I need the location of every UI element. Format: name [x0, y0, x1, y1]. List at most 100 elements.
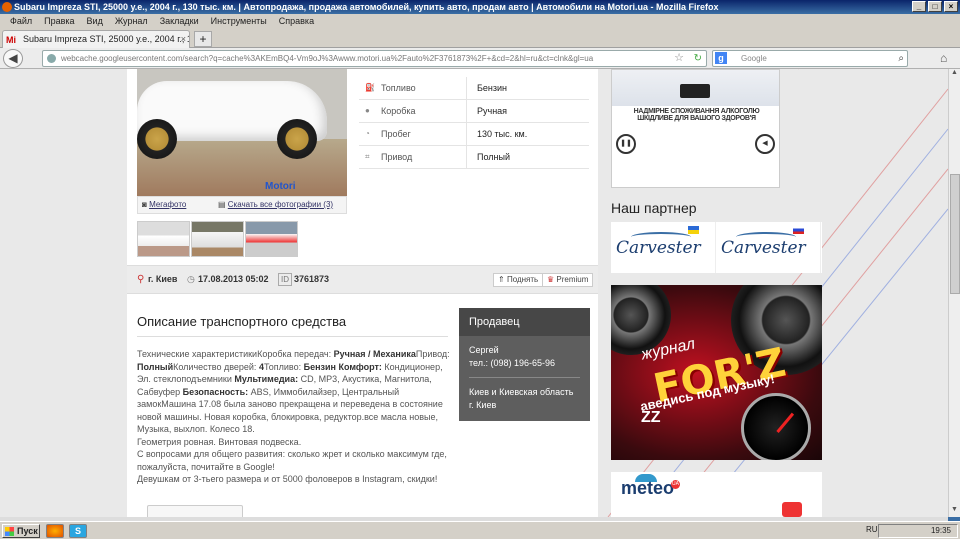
video-ad[interactable]: НАДМІРНЕ СПОЖИВАННЯ АЛКОГОЛЮ ШКІДЛИВЕ ДЛ…	[611, 69, 780, 188]
spec-value: Ручная	[477, 106, 508, 116]
search-bar[interactable]: g Google ⌕	[712, 50, 908, 67]
pause-icon[interactable]: ❚❚	[616, 134, 636, 154]
seller-card: Продавец Сергей тел.: (098) 196-65-96 Ки…	[459, 308, 590, 421]
search-icon[interactable]: ⌕	[898, 51, 904, 66]
meteo-logo: meteo	[621, 478, 675, 498]
partner-logo-ua[interactable]: Carvester	[611, 222, 716, 273]
language-indicator[interactable]: RU	[866, 525, 878, 534]
close-button[interactable]: ×	[944, 1, 958, 12]
windows-logo-icon	[5, 527, 14, 536]
photo-toolbar: ◙ Мегафото ▤ Скачать все фотографии (3)	[137, 196, 347, 214]
seller-region: Киев и Киевская область	[469, 387, 574, 397]
seller-phone[interactable]: тел.: (098) 196-65-96	[469, 357, 580, 370]
meteo-ad[interactable]: meteo UA	[611, 472, 822, 517]
bookmark-star-icon[interactable]: ☆	[674, 51, 684, 66]
desc-text: Топливо:	[263, 361, 304, 372]
menu-tools[interactable]: Инструменты	[205, 14, 273, 28]
download-photos-link[interactable]: ▤ Скачать все фотографии (3)	[218, 197, 333, 213]
seller-name: Сергей	[469, 345, 499, 355]
listing-date: 17.08.2013 05:02	[198, 274, 269, 284]
menu-bookmarks[interactable]: Закладки	[154, 14, 205, 28]
menu-edit[interactable]: Правка	[38, 14, 80, 28]
system-tray: 19:35	[878, 524, 958, 538]
forz-ad-banner[interactable]: журнал FOR'Z аведись под музыку! ZZ	[611, 285, 822, 460]
fuel-icon: ⛽	[365, 83, 375, 92]
new-tab-button[interactable]: +	[194, 31, 212, 47]
menu-file[interactable]: Файл	[4, 14, 38, 28]
browser-tab[interactable]: Mi Subaru Impreza STI, 25000 у.е., 2004 …	[2, 30, 190, 48]
megaphoto-link[interactable]: ◙ Мегафото	[142, 197, 186, 213]
partner-logo-ru[interactable]: Carvester	[716, 222, 821, 273]
specs-table: ⛽ Топливо Бензин ● Коробка Ручная ◔ Пробег 130…	[359, 77, 589, 169]
seller-heading: Продавец	[459, 308, 590, 336]
photo-watermark: Motori	[265, 181, 296, 192]
calendar-icon	[782, 502, 802, 517]
site-identity-icon[interactable]	[47, 54, 56, 63]
premium-label: Premium	[556, 275, 589, 284]
spec-value: Полный	[477, 152, 510, 162]
menu-history[interactable]: Журнал	[109, 14, 154, 28]
tab-close-icon[interactable]: ×	[181, 31, 186, 47]
raise-button[interactable]: ⇑ Поднять	[493, 273, 544, 287]
window-titlebar: Subaru Impreza STI, 25000 у.е., 2004 г.,…	[0, 0, 960, 14]
seller-info: Сергей тел.: (098) 196-65-96 Киев и Киев…	[459, 336, 590, 419]
clock-icon: ◷	[187, 274, 195, 284]
desc-text: С вопросами для общего развития: сколько…	[137, 449, 447, 472]
location-pin-icon: ⚲	[137, 274, 145, 285]
google-icon[interactable]: g	[715, 52, 727, 64]
navigation-bar: ◀ webcache.googleusercontent.com/search?…	[0, 48, 960, 69]
skype-taskbar-icon[interactable]: S	[69, 524, 87, 538]
desc-text: Привод:	[415, 349, 450, 359]
desc-text: Технические характеристикиКоробка переда…	[137, 349, 334, 359]
thumbnail-1[interactable]	[137, 221, 190, 257]
vertical-scrollbar[interactable]: ▲ ▼	[948, 69, 960, 517]
maximize-button[interactable]: □	[928, 1, 942, 12]
divider	[469, 377, 580, 378]
partner-logos: Carvester Carvester	[611, 222, 822, 273]
wheel-shape	[277, 119, 317, 159]
scrollbar-thumb[interactable]	[950, 174, 960, 294]
desc-bold: Безопасность:	[182, 386, 249, 397]
menu-view[interactable]: Вид	[81, 14, 109, 28]
partner-name: Carvester	[721, 238, 806, 258]
desc-bold: Ручная / Механика	[333, 349, 416, 359]
page-viewport: Motori ◙ Мегафото ▤ Скачать все фотограф…	[0, 69, 948, 517]
raise-label: Поднять	[506, 275, 539, 284]
thumbnail-3[interactable]	[245, 221, 298, 257]
clock-text: 19:35	[930, 526, 951, 535]
arrow-up-icon: ⇑	[498, 275, 507, 284]
car-photo[interactable]: Motori	[137, 69, 347, 196]
reload-icon[interactable]: ↻	[694, 51, 702, 66]
video-caption: НАДМІРНЕ СПОЖИВАННЯ АЛКОГОЛЮ ШКІДЛИВЕ ДЛ…	[633, 108, 760, 122]
url-bar[interactable]: webcache.googleusercontent.com/search?q=…	[42, 50, 707, 67]
description-text: Технические характеристикиКоробка переда…	[137, 348, 455, 486]
thumbnail-2[interactable]	[191, 221, 244, 257]
scroll-down-icon[interactable]: ▼	[949, 506, 960, 517]
tab-favicon: Mi	[6, 35, 16, 45]
back-button[interactable]: ◀	[3, 49, 23, 68]
minimize-button[interactable]: _	[912, 1, 926, 12]
search-placeholder: Google	[741, 54, 767, 63]
menu-help[interactable]: Справка	[273, 14, 320, 28]
photo-thumbnails	[137, 221, 298, 257]
seller-city: г. Киев	[469, 399, 497, 410]
tab-label: Subaru Impreza STI, 25000 у.е., 2004 г.,…	[23, 34, 190, 44]
premium-button[interactable]: ♛ Premium	[542, 273, 594, 287]
listing-meta-bar: ⚲ г. Киев ◷ 17.08.2013 05:02 ID 3761873 …	[127, 265, 598, 294]
window-title: Subaru Impreza STI, 25000 у.е., 2004 г.,…	[14, 2, 719, 12]
firefox-taskbar-icon[interactable]	[46, 524, 64, 538]
download-icon: ▤	[218, 200, 228, 209]
id-badge: ID	[278, 273, 292, 286]
gauge-needle	[776, 412, 795, 433]
start-button[interactable]: Пуск	[2, 524, 40, 538]
volume-icon[interactable]: ◀	[755, 134, 775, 154]
spec-value: 130 тыс. км.	[477, 129, 528, 139]
spec-label: Коробка	[379, 100, 467, 122]
tab-bar: Mi Subaru Impreza STI, 25000 у.е., 2004 …	[0, 28, 960, 48]
desc-bold: Мультимедиа:	[234, 374, 299, 384]
scroll-up-icon[interactable]: ▲	[949, 69, 960, 80]
partial-button[interactable]	[147, 505, 243, 517]
url-text: webcache.googleusercontent.com/search?q=…	[61, 54, 594, 63]
home-icon[interactable]: ⌂	[940, 51, 947, 65]
sidebar-column: НАДМІРНЕ СПОЖИВАННЯ АЛКОГОЛЮ ШКІДЛИВЕ ДЛ…	[611, 69, 822, 517]
